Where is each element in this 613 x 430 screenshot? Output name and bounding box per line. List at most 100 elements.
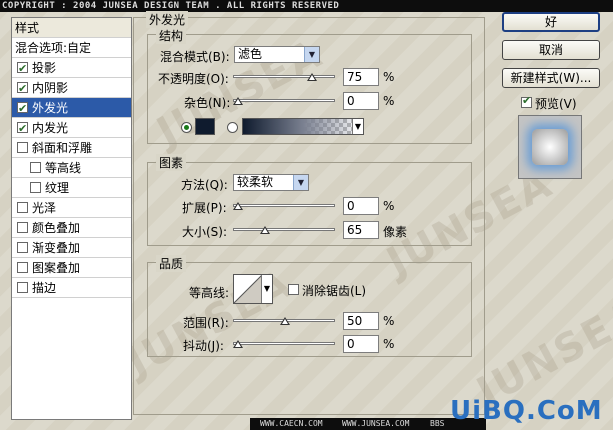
spread-label: 扩展(P):: [182, 201, 227, 215]
chevron-down-icon: ▼: [304, 47, 319, 62]
range-slider[interactable]: [233, 316, 335, 326]
contour-picker[interactable]: ▼: [233, 274, 273, 304]
footer-site1: WWW.CAECN.COM: [260, 419, 323, 428]
sidebar-item-color-overlay[interactable]: 颜色叠加: [12, 218, 131, 238]
technique-value: 较柔软: [237, 175, 274, 189]
slider-thumb[interactable]: [260, 226, 270, 234]
sidebar-item-label: 内阴影: [32, 81, 69, 95]
size-input[interactable]: 65: [343, 221, 379, 239]
gradient-radio[interactable]: [227, 122, 238, 133]
contour-label: 等高线:: [189, 286, 230, 300]
checkbox[interactable]: [17, 59, 28, 79]
opacity-input[interactable]: 75: [343, 68, 379, 86]
technique-label: 方法(Q):: [181, 178, 228, 192]
blend-mode-label: 混合模式(B):: [160, 50, 230, 64]
checkbox[interactable]: [17, 142, 28, 153]
checkbox[interactable]: [30, 162, 41, 173]
footer-bbs: BBS: [430, 419, 445, 428]
opacity-unit: %: [383, 70, 395, 84]
sidebar-item-label: 投影: [32, 61, 57, 75]
glow-color-swatch[interactable]: [195, 118, 215, 135]
sidebar-item-label: 颜色叠加: [32, 221, 81, 235]
noise-input[interactable]: 0: [343, 92, 379, 110]
sidebar-item-label: 外发光: [32, 101, 69, 115]
slider-track: [233, 228, 335, 231]
sidebar-item-label: 纹理: [45, 181, 70, 195]
checkbox[interactable]: [17, 242, 28, 253]
sidebar-item-label: 描边: [32, 281, 57, 295]
sidebar-item-label: 渐变叠加: [32, 241, 81, 255]
slider-track: [233, 99, 335, 102]
chevron-down-icon[interactable]: ▼: [352, 119, 363, 134]
noise-slider[interactable]: [233, 96, 335, 106]
new-style-button[interactable]: 新建样式(W)...: [502, 68, 600, 88]
footer-site2: WWW.JUNSEA.COM: [342, 419, 410, 428]
styles-header: 样式: [12, 18, 131, 38]
checkbox[interactable]: [17, 99, 28, 119]
slider-track: [233, 204, 335, 207]
checkbox[interactable]: [17, 79, 28, 99]
ok-button[interactable]: 好: [502, 12, 600, 32]
sidebar-item-pattern-overlay[interactable]: 图案叠加: [12, 258, 131, 278]
sidebar-item-outer-glow[interactable]: 外发光: [12, 98, 131, 119]
chevron-down-icon[interactable]: ▼: [261, 275, 272, 303]
checkbox[interactable]: [17, 262, 28, 273]
sidebar-item-blending-options[interactable]: 混合选项:自定: [12, 38, 131, 58]
solid-color-radio[interactable]: [181, 122, 192, 133]
sidebar-item-contour[interactable]: 等高线: [12, 158, 131, 178]
slider-track: [233, 75, 335, 78]
checkbox[interactable]: [17, 282, 28, 293]
slider-thumb[interactable]: [233, 340, 243, 348]
site-logo: UiBQ.CoM: [450, 396, 603, 426]
range-label: 范围(R):: [183, 316, 229, 330]
antialias-label: 消除锯齿(L): [302, 284, 367, 298]
sidebar-item-label: 光泽: [32, 201, 57, 215]
sidebar-item-label: 图案叠加: [32, 261, 81, 275]
jitter-input[interactable]: 0: [343, 335, 379, 353]
sidebar-item-gradient-overlay[interactable]: 渐变叠加: [12, 238, 131, 258]
slider-track: [233, 342, 335, 345]
quality-legend: 品质: [156, 255, 187, 272]
sidebar-item-texture[interactable]: 纹理: [12, 178, 131, 198]
spread-slider[interactable]: [233, 201, 335, 211]
jitter-slider[interactable]: [233, 339, 335, 349]
range-input[interactable]: 50: [343, 312, 379, 330]
panel-title: 外发光: [146, 11, 189, 28]
sidebar-item-label: 内发光: [32, 121, 69, 135]
sidebar-item-satin[interactable]: 光泽: [12, 198, 131, 218]
sidebar-item-bevel-emboss[interactable]: 斜面和浮雕: [12, 138, 131, 158]
size-unit: 像素: [383, 225, 408, 239]
jitter-unit: %: [383, 337, 395, 351]
sidebar-item-stroke[interactable]: 描边: [12, 278, 131, 298]
antialias-checkbox[interactable]: [288, 284, 299, 295]
slider-thumb[interactable]: [307, 73, 317, 81]
sidebar-item-label: 混合选项:自定: [15, 41, 92, 55]
size-slider[interactable]: [233, 225, 335, 235]
sidebar-item-label: 斜面和浮雕: [32, 141, 93, 155]
checkbox[interactable]: [17, 222, 28, 233]
blend-mode-select[interactable]: 滤色 ▼: [234, 46, 320, 63]
jitter-label: 抖动(J):: [183, 339, 224, 353]
cancel-button[interactable]: 取消: [502, 40, 600, 60]
sidebar-item-drop-shadow[interactable]: 投影: [12, 58, 131, 79]
structure-legend: 结构: [156, 27, 187, 44]
technique-select[interactable]: 较柔软 ▼: [233, 174, 309, 191]
sidebar-item-inner-shadow[interactable]: 内阴影: [12, 78, 131, 99]
opacity-slider[interactable]: [233, 72, 335, 82]
slider-thumb[interactable]: [280, 317, 290, 325]
style-preview: [518, 115, 582, 179]
elements-legend: 图素: [156, 154, 187, 171]
blend-mode-value: 滤色: [238, 47, 263, 61]
noise-label: 杂色(N):: [184, 96, 231, 110]
spread-input[interactable]: 0: [343, 197, 379, 215]
checkbox[interactable]: [30, 182, 41, 193]
sidebar-item-inner-glow[interactable]: 内发光: [12, 118, 131, 139]
slider-thumb[interactable]: [233, 202, 243, 210]
preview-checkbox[interactable]: [521, 94, 532, 108]
checkbox[interactable]: [17, 119, 28, 139]
sidebar-item-label: 等高线: [45, 161, 82, 175]
spread-unit: %: [383, 199, 395, 213]
checkbox[interactable]: [17, 202, 28, 213]
gradient-picker[interactable]: ▼: [242, 118, 364, 135]
slider-thumb[interactable]: [233, 97, 243, 105]
